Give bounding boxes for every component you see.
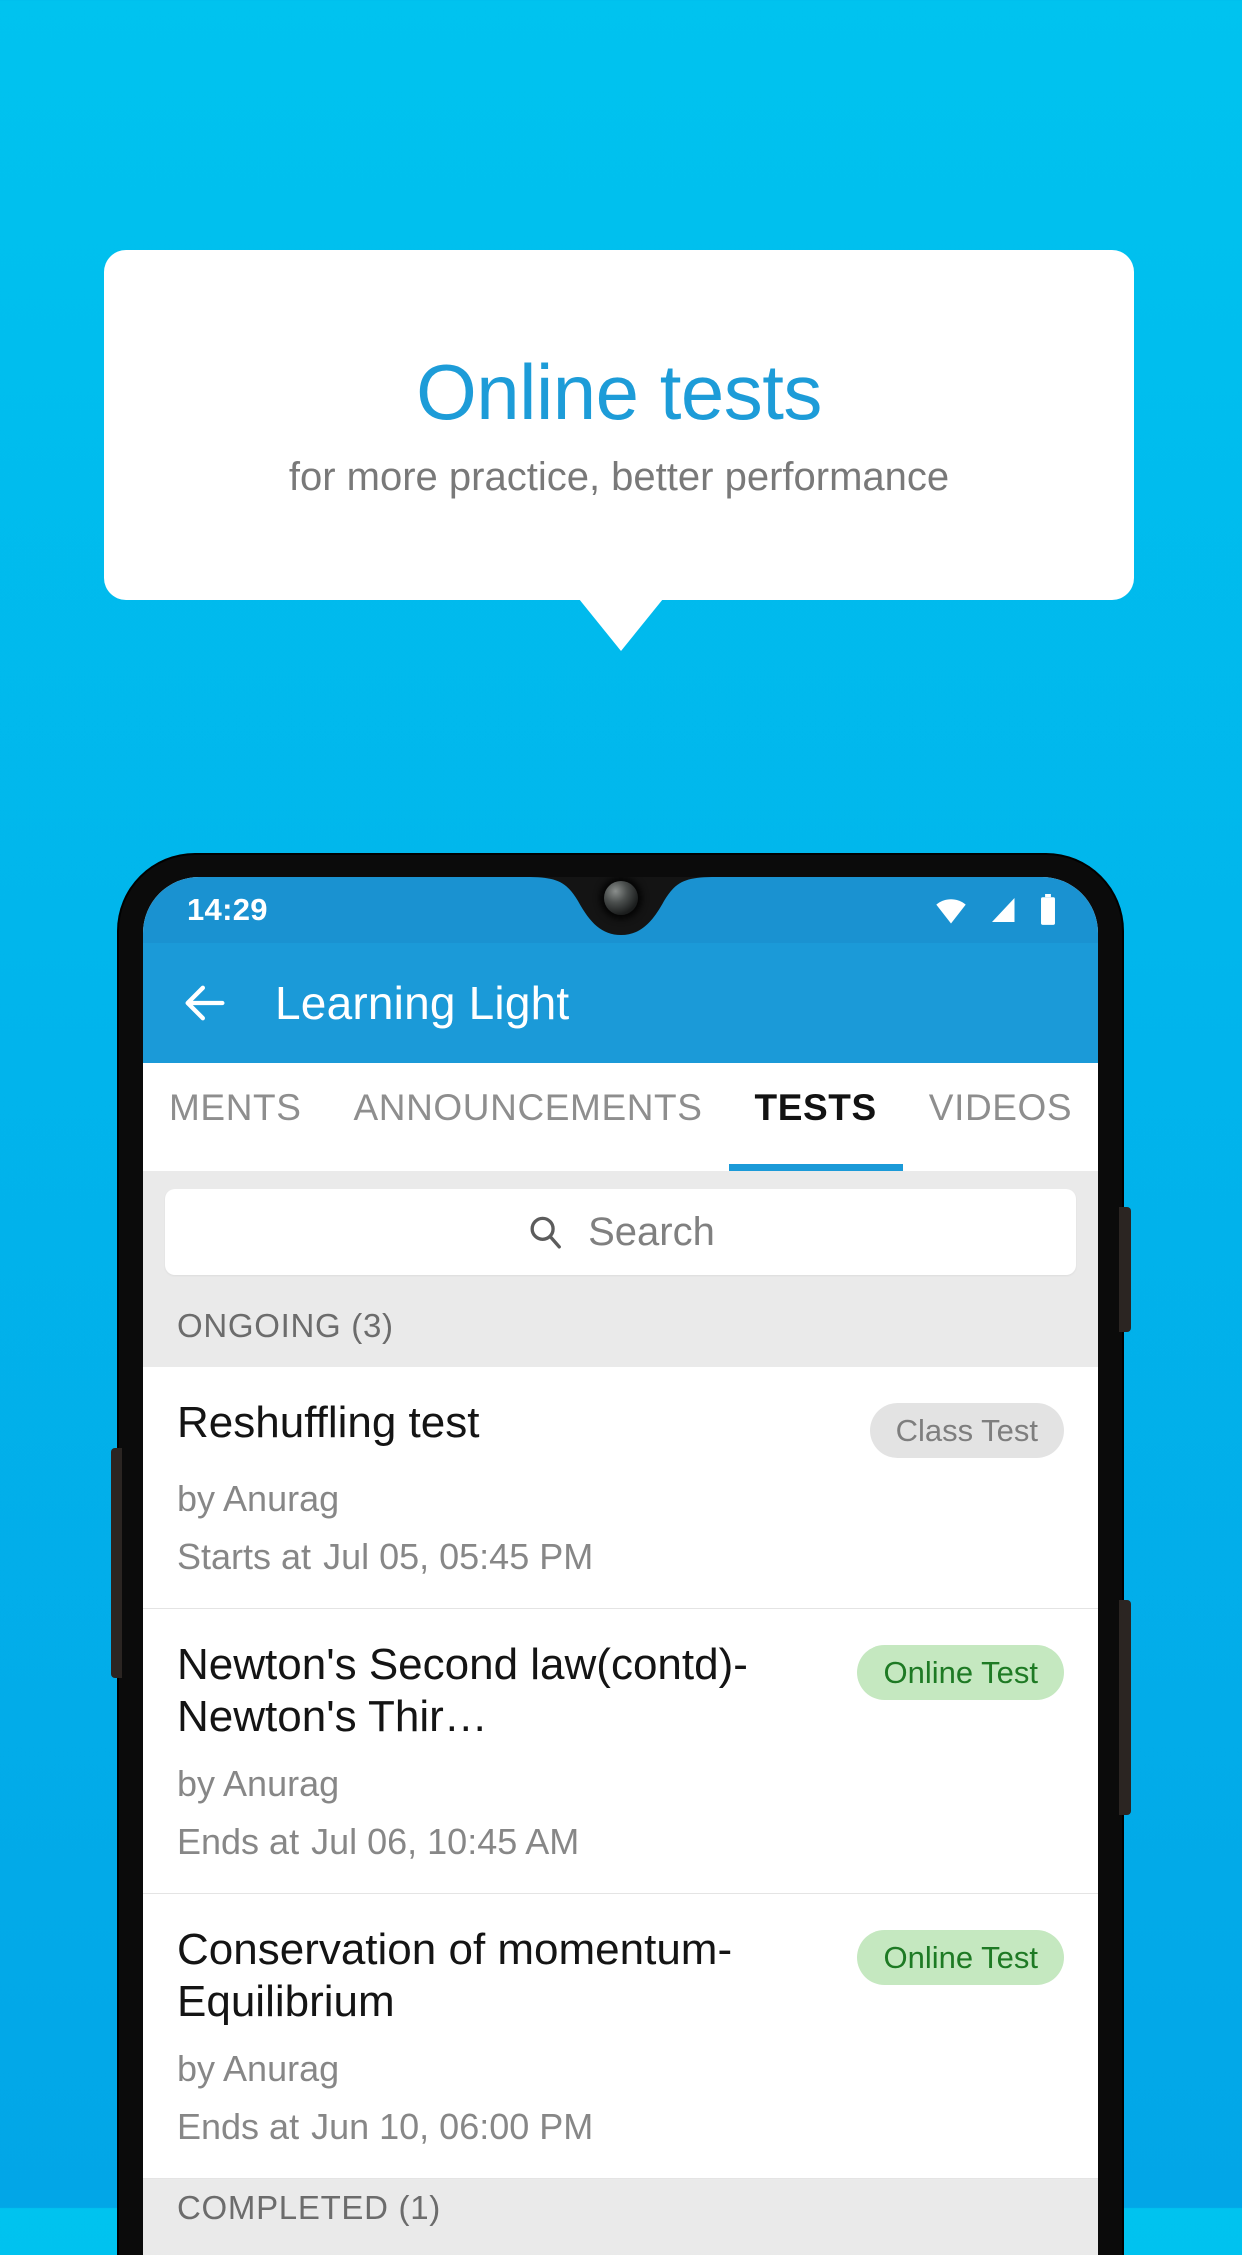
tab-bar: MENTS ANNOUNCEMENTS TESTS VIDEOS	[143, 1063, 1098, 1171]
tab-ments[interactable]: MENTS	[143, 1087, 328, 1171]
tab-videos[interactable]: VIDEOS	[903, 1087, 1098, 1171]
ongoing-tests-list: Reshuffling test Class Test by Anurag St…	[143, 1367, 1098, 2179]
app-bar: Learning Light	[143, 943, 1098, 1063]
tests-content-area: Search ONGOING (3) Reshuffling test Clas…	[143, 1171, 1098, 2255]
test-time-value: Jul 05, 05:45 PM	[323, 1536, 594, 1577]
status-bar-icons	[932, 894, 1058, 926]
status-bar-time: 14:29	[187, 892, 268, 927]
test-time: Ends at Jul 06, 10:45 AM	[177, 1821, 1064, 1863]
table-row[interactable]: Conservation of momentum-Equilibrium Onl…	[143, 1894, 1098, 2179]
test-item-header: Reshuffling test Class Test	[177, 1397, 1064, 1458]
signal-icon	[992, 898, 1015, 922]
test-title: Reshuffling test	[177, 1398, 480, 1447]
front-camera-icon	[603, 881, 638, 915]
status-bar: 14:29	[143, 877, 1098, 943]
tab-tests[interactable]: TESTS	[728, 1087, 904, 1171]
promo-tooltip-pointer	[579, 599, 663, 651]
search-icon	[530, 1216, 562, 1249]
test-title: Conservation of momentum-Equilibrium	[177, 1924, 733, 2026]
test-time-label: Ends at	[177, 2105, 300, 2147]
test-author: by Anurag	[177, 1762, 340, 1804]
search-input[interactable]: Search	[165, 1189, 1076, 1275]
table-row[interactable]: Reshuffling test Class Test by Anurag St…	[143, 1367, 1098, 1609]
test-title: Newton's Second law(contd)-Newton's Thir…	[177, 1640, 748, 1741]
notch-shape	[525, 877, 716, 935]
table-row[interactable]: Newton's Second law(contd)-Newton's Thir…	[143, 1609, 1098, 1894]
app-bar-title: Learning Light	[275, 977, 570, 1029]
test-time-label: Starts at	[177, 1536, 312, 1577]
test-time: Ends at Jun 10, 06:00 PM	[177, 2106, 1064, 2148]
phone-device-frame: 14:29 Learning Light MENTS ANNOUNCEMENTS…	[119, 855, 1122, 2255]
section-header-ongoing: ONGOING (3)	[143, 1297, 1098, 1367]
phone-screen: 14:29 Learning Light MENTS ANNOUNCEMENTS…	[143, 877, 1098, 2255]
phone-power-button[interactable]	[1119, 1600, 1131, 1815]
phone-volume-button[interactable]	[1119, 1207, 1131, 1332]
promo-subtitle: for more practice, better performance	[288, 455, 950, 499]
test-time-label: Ends at	[177, 1820, 300, 1862]
status-badge: Class Test	[869, 1403, 1064, 1458]
test-author: by Anurag	[177, 2047, 340, 2089]
section-header-completed: COMPLETED (1)	[143, 2178, 1098, 2249]
test-time: Starts at Jul 05, 05:45 PM	[177, 1536, 1064, 1578]
wifi-icon	[936, 899, 966, 924]
status-badge: Online Test	[857, 1929, 1064, 1985]
test-time-value: Jul 06, 10:45 AM	[311, 1820, 580, 1862]
phone-notch	[525, 877, 716, 943]
test-time-value: Jun 10, 06:00 PM	[311, 2105, 594, 2147]
status-badge: Online Test	[857, 1645, 1064, 1700]
test-item-header: Newton's Second law(contd)-Newton's Thir…	[177, 1639, 1064, 1743]
phone-left-button[interactable]	[111, 1448, 122, 1678]
tab-announcements[interactable]: ANNOUNCEMENTS	[328, 1087, 729, 1171]
promo-title: Online tests	[416, 348, 822, 436]
back-arrow-icon[interactable]	[179, 977, 231, 1029]
promo-tooltip-card: Online tests for more practice, better p…	[104, 250, 1134, 600]
search-container: Search	[143, 1171, 1098, 1297]
test-author: by Anurag	[177, 1478, 340, 1519]
search-placeholder: Search	[588, 1209, 715, 1254]
test-item-header: Conservation of momentum-Equilibrium Onl…	[177, 1924, 1064, 2028]
battery-icon	[1041, 894, 1055, 925]
